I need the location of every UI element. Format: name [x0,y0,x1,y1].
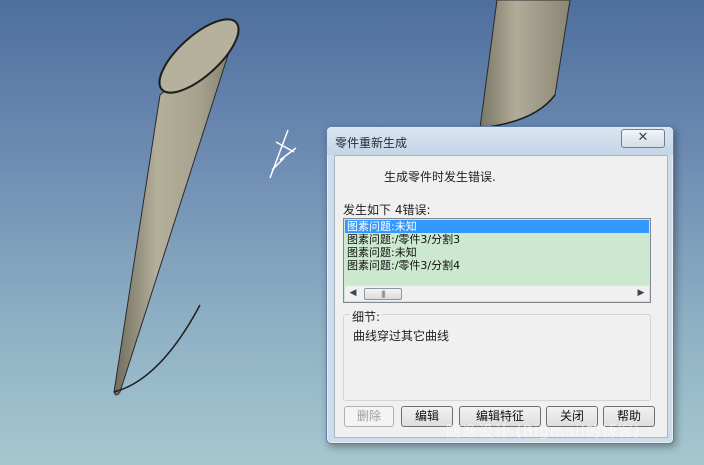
dialog-client-area: 生成零件时发生错误. 发生如下 4错误: 图素问题:未知 图素问题:/零件3/分… [334,155,668,438]
scroll-thumb[interactable]: ||| [364,288,402,300]
error-list-item[interactable]: 图素问题:未知 [345,220,649,233]
dialog-title: 零件重新生成 [335,136,408,150]
error-list-item[interactable]: 图素问题:未知 [345,246,649,259]
watermark-text: 随逸设计 (Bigmail的博客) [446,422,641,440]
cylinder-part-right[interactable] [479,0,571,129]
details-label: 细节: [350,308,383,325]
scroll-left-icon[interactable]: ◀ [347,287,359,300]
details-group: 细节: 曲线穿过其它曲线 [343,308,651,401]
regeneration-error-dialog: 零件重新生成 ✕ 生成零件时发生错误. 发生如下 4错误: 图素问题:未知 图素… [326,126,674,444]
error-list-item[interactable]: 图素问题:/零件3/分割3 [345,233,649,246]
delete-button[interactable]: 删除 [344,406,394,427]
coordinate-triad-icon [269,129,297,179]
error-list-item[interactable]: 图素问题:/零件3/分割4 [345,259,649,272]
dialog-titlebar[interactable]: 零件重新生成 ✕ [327,127,673,155]
horizontal-scrollbar[interactable]: ◀ ||| ▶ [345,285,649,301]
scroll-right-icon[interactable]: ▶ [635,287,647,300]
close-icon[interactable]: ✕ [621,129,665,148]
error-listbox[interactable]: 图素问题:未知 图素问题:/零件3/分割3 图素问题:未知 图素问题:/零件3/… [343,218,651,303]
details-text: 曲线穿过其它曲线 [353,329,450,343]
error-list-label: 发生如下 4错误: [343,203,431,217]
error-message: 生成零件时发生错误. [384,170,496,184]
